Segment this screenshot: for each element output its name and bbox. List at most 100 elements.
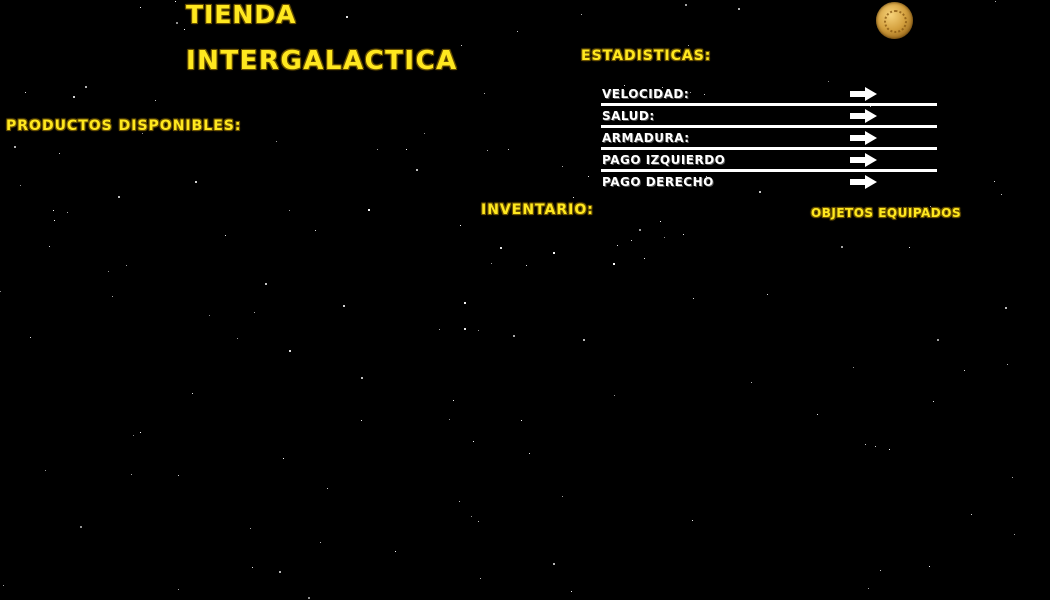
star (54, 220, 55, 221)
star (265, 283, 267, 285)
star (1014, 534, 1015, 535)
star (868, 588, 869, 589)
star (209, 315, 210, 316)
arrow-right-icon[interactable] (850, 153, 877, 167)
stat-label-speed: VELOCIDAD: (602, 87, 690, 101)
stat-label-right-pay: PAGO DERECHO (602, 175, 714, 189)
star (461, 45, 462, 46)
star (377, 149, 378, 150)
star (571, 591, 572, 592)
star (361, 420, 362, 421)
equipped-items-label: OBJETOS EQUIPADOS (811, 206, 962, 220)
arrow-right-icon[interactable] (850, 131, 877, 145)
star (346, 16, 348, 18)
star (521, 420, 522, 421)
star (639, 229, 641, 231)
star (184, 29, 185, 30)
shop-title-line1: TIENDA (186, 0, 297, 29)
stat-row-health: SALUD: (601, 106, 937, 128)
star (471, 516, 472, 517)
stat-label-health: SALUD: (602, 109, 655, 123)
star (937, 339, 939, 341)
star (1007, 364, 1008, 365)
star (909, 247, 910, 248)
star (155, 100, 156, 101)
star (30, 337, 31, 338)
star (195, 181, 197, 183)
star (889, 449, 890, 450)
star (140, 432, 141, 433)
stats-label: ESTADISTICAS: (581, 48, 712, 64)
star (1005, 307, 1007, 309)
star (192, 393, 193, 394)
star (14, 146, 16, 148)
star (614, 395, 615, 396)
star (491, 263, 492, 264)
star (581, 14, 582, 15)
star (439, 329, 440, 330)
star (133, 435, 134, 436)
star (178, 475, 179, 476)
star (644, 258, 645, 259)
star (473, 441, 474, 442)
star (80, 526, 82, 528)
star (315, 230, 316, 231)
star (865, 444, 866, 445)
star (361, 377, 363, 379)
star (817, 414, 818, 415)
star (289, 350, 291, 352)
stats-list: VELOCIDAD: SALUD: ARMADURA: PAGO IZQUIER… (601, 84, 937, 194)
shop-title-line2: INTERGALACTICA (186, 46, 458, 76)
star (693, 298, 694, 299)
star (1001, 194, 1002, 195)
star (85, 86, 87, 88)
arrow-right-icon[interactable] (850, 175, 877, 189)
star (73, 96, 75, 98)
star (478, 330, 479, 331)
star (664, 237, 665, 238)
star (59, 153, 60, 154)
coin-icon (876, 2, 913, 39)
star (480, 578, 481, 579)
stat-label-left-pay: PAGO IZQUIERDO (602, 153, 726, 167)
star (828, 81, 829, 82)
star (588, 176, 589, 177)
star (617, 245, 618, 246)
star (252, 567, 253, 568)
star (1012, 477, 1013, 478)
star (751, 382, 752, 383)
stat-row-right-pay: PAGO DERECHO (601, 172, 937, 194)
star (131, 474, 132, 475)
star (517, 31, 518, 32)
arrow-right-icon[interactable] (850, 87, 877, 101)
star (964, 370, 965, 371)
star (929, 566, 930, 567)
stat-label-armor: ARMADURA: (602, 131, 690, 145)
star (254, 312, 255, 313)
star (460, 225, 461, 226)
star (126, 265, 127, 266)
star (738, 8, 740, 10)
star (459, 501, 460, 502)
star (140, 7, 141, 8)
products-available-label: PRODUCTOS DISPONIBLES: (6, 118, 242, 134)
star (176, 22, 178, 24)
star (406, 149, 407, 150)
star (660, 221, 661, 222)
star (175, 1, 176, 2)
star (225, 235, 226, 236)
star (308, 597, 310, 599)
star (995, 1, 996, 2)
star (692, 520, 693, 521)
star (368, 209, 370, 211)
star (45, 470, 46, 471)
star (767, 294, 768, 295)
star (25, 92, 26, 93)
star (562, 496, 563, 497)
star (688, 45, 689, 46)
arrow-right-icon[interactable] (850, 109, 877, 123)
star (67, 212, 68, 213)
star (583, 339, 585, 341)
star (841, 246, 843, 248)
star (573, 197, 574, 198)
